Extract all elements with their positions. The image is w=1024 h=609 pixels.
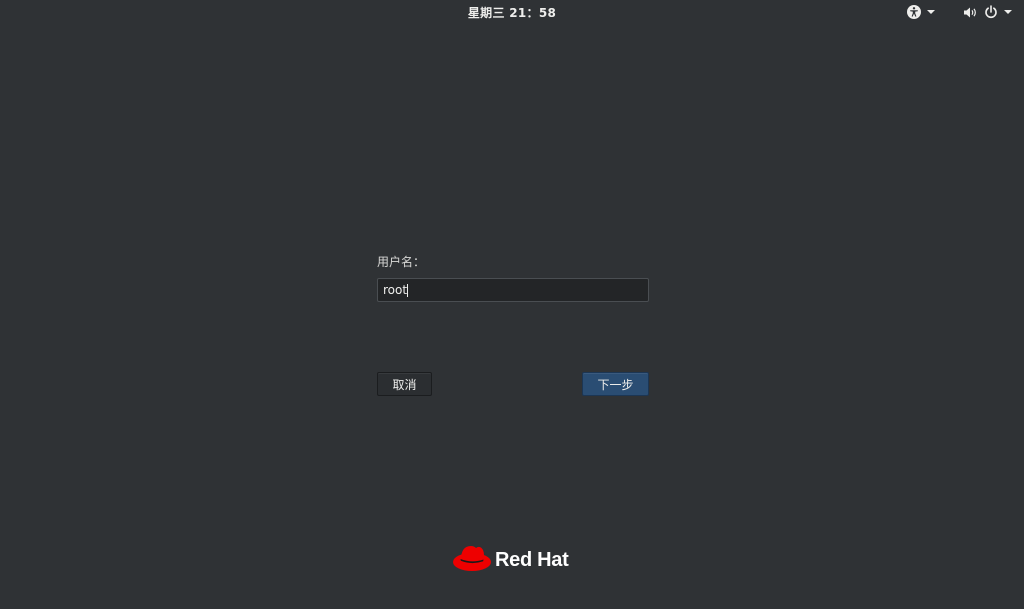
chevron-down-icon (927, 10, 935, 14)
volume-icon (962, 4, 978, 20)
username-value: root (383, 283, 408, 297)
red-hat-logo: Red Hat (452, 542, 569, 578)
accessibility-menu[interactable] (906, 3, 935, 21)
red-hat-fedora-icon (452, 542, 492, 578)
chevron-down-icon (1004, 10, 1012, 14)
login-form: 用户名： root 取消 下一步 (377, 254, 649, 396)
username-input[interactable]: root (377, 278, 649, 302)
next-button[interactable]: 下一步 (582, 372, 649, 396)
clock[interactable]: 星期三 21：58 (0, 4, 1024, 21)
cancel-button[interactable]: 取消 (377, 372, 432, 396)
top-bar: 星期三 21：58 (0, 0, 1024, 24)
power-icon (983, 4, 999, 20)
username-label: 用户名： (377, 255, 426, 269)
system-menu[interactable] (962, 3, 1012, 21)
login-screen: 星期三 21：58 用户名： root 取消 下一步 Red Hat (0, 0, 1024, 609)
text-cursor (407, 283, 409, 297)
logo-text: Red Hat (495, 548, 569, 571)
next-button-label: 下一步 (597, 377, 634, 392)
cancel-button-label: 取消 (392, 377, 417, 392)
accessibility-icon (906, 4, 922, 20)
